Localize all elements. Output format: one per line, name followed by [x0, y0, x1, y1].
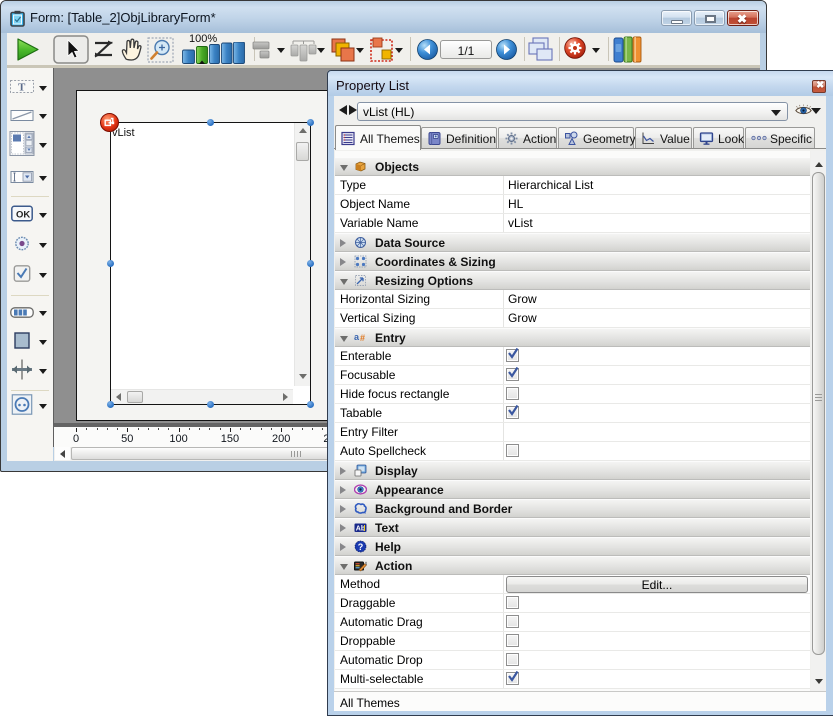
- svg-text:OK: OK: [16, 210, 30, 221]
- svg-text:#: #: [360, 333, 365, 343]
- svg-text:Ab: Ab: [356, 525, 365, 532]
- svg-text:?: ?: [358, 542, 364, 552]
- svg-text:T: T: [18, 82, 26, 94]
